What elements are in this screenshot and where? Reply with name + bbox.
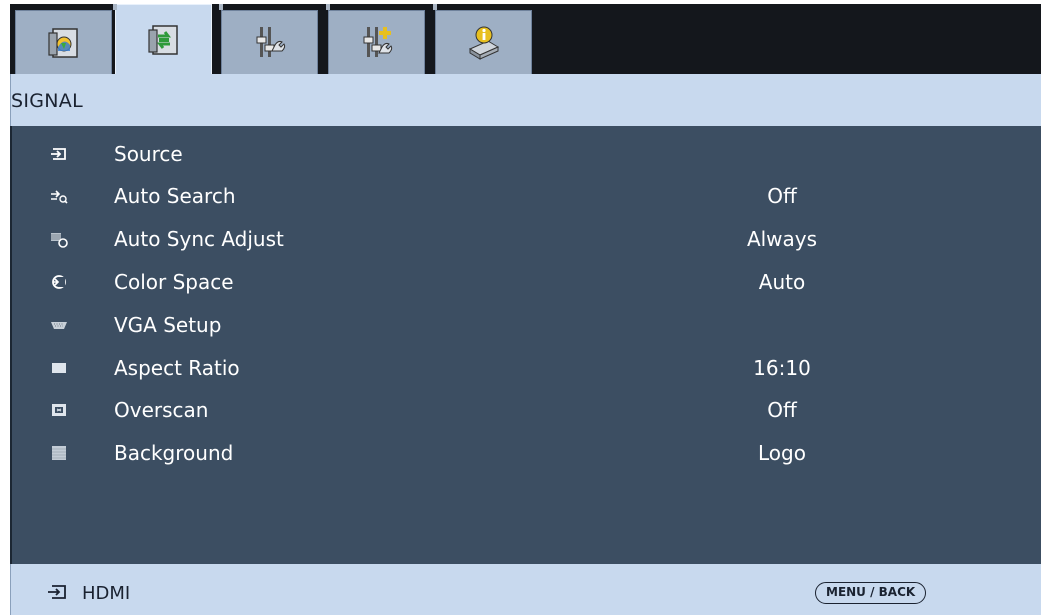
aspect-ratio-icon <box>52 363 66 373</box>
current-source-label: HDMI <box>82 583 131 604</box>
information-icon <box>468 26 499 60</box>
advanced-setting-icon <box>363 26 392 57</box>
menu-item-value: Off <box>767 398 797 422</box>
overscan-icon <box>52 404 66 416</box>
section-header: SIGNAL <box>10 74 1041 126</box>
tab-advanced[interactable] <box>328 10 425 74</box>
color-space-icon <box>52 275 66 289</box>
tab-display[interactable] <box>15 10 112 74</box>
menu-item-label: Auto Search <box>114 184 236 208</box>
menu-item-vga-setup[interactable]: VGA Setup <box>12 306 1041 344</box>
menu-panel: Source Auto Search Off Auto Sync Adjust … <box>10 126 1041 564</box>
tab-setting[interactable] <box>221 10 318 74</box>
menu-item-label: Source <box>114 142 183 166</box>
display-signal-icon <box>147 24 178 55</box>
background-icon <box>52 446 66 460</box>
auto-sync-icon <box>51 233 68 248</box>
source-input-icon <box>51 148 66 160</box>
tab-bar <box>10 4 1041 74</box>
menu-item-label: Auto Sync Adjust <box>114 227 284 251</box>
menu-item-label: Background <box>114 441 234 465</box>
menu-item-label: VGA Setup <box>114 313 222 337</box>
tab-information[interactable] <box>435 10 532 74</box>
menu-item-aspect-ratio[interactable]: Aspect Ratio 16:10 <box>12 349 1041 387</box>
menu-item-auto-search[interactable]: Auto Search Off <box>12 177 1041 215</box>
menu-item-source[interactable]: Source <box>12 135 1041 173</box>
menu-item-label: Aspect Ratio <box>114 356 240 380</box>
menu-item-label: Overscan <box>114 398 209 422</box>
menu-item-color-space[interactable]: Color Space Auto <box>12 263 1041 301</box>
menu-item-value: 16:10 <box>753 356 811 380</box>
tab-signal[interactable] <box>115 4 212 74</box>
status-footer: HDMI MENU / BACK <box>10 564 1041 615</box>
tab-divider <box>219 4 223 10</box>
auto-search-icon <box>51 190 68 204</box>
tab-divider <box>433 4 437 10</box>
menu-item-value: Off <box>767 184 797 208</box>
setting-wrench-icon <box>256 26 285 57</box>
page-title: SIGNAL <box>11 90 83 112</box>
menu-item-background[interactable]: Background Logo <box>12 434 1041 472</box>
menu-item-auto-sync-adjust[interactable]: Auto Sync Adjust Always <box>12 220 1041 258</box>
source-input-icon <box>48 585 66 599</box>
menu-back-hint[interactable]: MENU / BACK <box>815 582 927 604</box>
menu-item-overscan[interactable]: Overscan Off <box>12 391 1041 429</box>
menu-item-value: Always <box>746 227 818 251</box>
display-image-icon <box>47 27 78 58</box>
projector-osd-menu: SIGNAL Source Auto Search Off Auto Sync … <box>0 0 1041 615</box>
menu-item-value: Logo <box>758 441 806 465</box>
menu-item-value: Auto <box>758 270 806 294</box>
tab-divider <box>326 4 330 10</box>
tab-divider <box>113 4 117 10</box>
menu-item-label: Color Space <box>114 270 234 294</box>
vga-connector-icon <box>51 322 67 329</box>
